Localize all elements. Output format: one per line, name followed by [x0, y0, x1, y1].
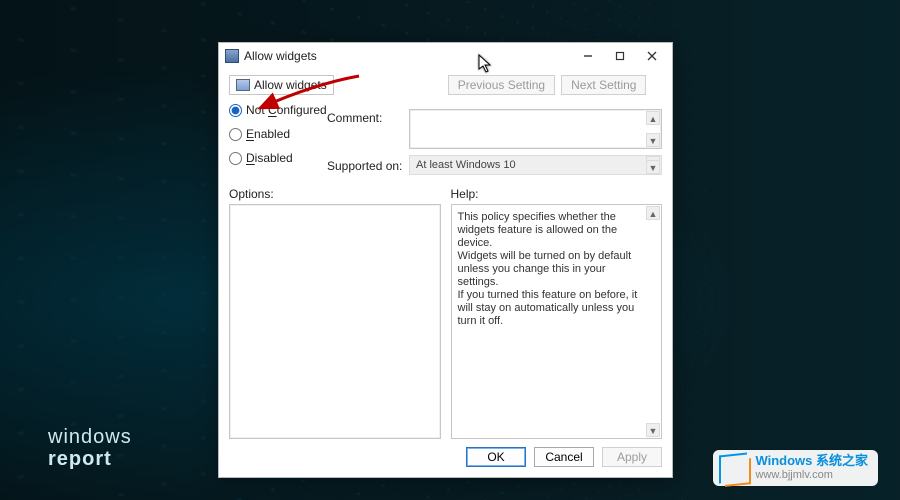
apply-button: Apply — [602, 447, 662, 467]
titlebar[interactable]: Allow widgets — [219, 43, 672, 69]
wm-right-url: www.bjjmlv.com — [755, 468, 868, 482]
radio-disabled[interactable]: Disabled — [229, 151, 321, 165]
breadcrumb-text: Allow widgets — [254, 78, 327, 92]
supported-on-field: At least Windows 10 ▲ ▼ — [409, 155, 662, 175]
house-icon — [719, 453, 747, 484]
scroll-down-icon[interactable]: ▼ — [646, 133, 660, 147]
previous-setting-button: Previous Setting — [448, 75, 555, 95]
radio-not-configured-label: Not Configured — [246, 103, 327, 117]
radio-not-configured-input[interactable] — [229, 104, 242, 117]
wm-left-line1: windows — [48, 426, 132, 448]
close-button[interactable] — [636, 45, 668, 67]
dialog-footer: OK Cancel Apply — [229, 439, 662, 467]
policy-icon — [236, 79, 250, 91]
options-label: Options: — [229, 187, 441, 201]
wm-left-line2: report — [48, 448, 132, 470]
dialog-icon — [225, 49, 239, 63]
supported-on-text: At least Windows 10 — [416, 159, 516, 171]
options-panel — [229, 204, 441, 439]
radio-enabled[interactable]: Enabled — [229, 127, 321, 141]
radio-enabled-input[interactable] — [229, 128, 242, 141]
help-panel: This policy specifies whether the widget… — [451, 204, 663, 439]
cancel-button[interactable]: Cancel — [534, 447, 594, 467]
comment-field[interactable]: ▲ ▼ — [409, 109, 662, 149]
watermark-windows-report: windows report — [48, 426, 132, 470]
radio-not-configured[interactable]: Not Configured — [229, 103, 321, 117]
comment-label: Comment: — [327, 109, 403, 125]
watermark-site-badge: Windows 系统之家 www.bjjmlv.com — [713, 450, 878, 486]
ok-button[interactable]: OK — [466, 447, 526, 467]
help-label: Help: — [451, 187, 663, 201]
scroll-up-icon[interactable]: ▲ — [646, 206, 660, 220]
gpedit-policy-dialog: Allow widgets Allow widgets Previous Set… — [218, 42, 673, 478]
radio-enabled-label: Enabled — [246, 127, 290, 141]
maximize-button[interactable] — [604, 45, 636, 67]
radio-disabled-input[interactable] — [229, 152, 242, 165]
scroll-up-icon[interactable]: ▲ — [646, 111, 660, 125]
state-radio-group: Not Configured Enabled Disabled — [229, 101, 321, 165]
wm-right-title: Windows 系统之家 — [755, 454, 868, 468]
help-text: This policy specifies whether the widget… — [452, 205, 662, 334]
supported-on-label: Supported on: — [327, 157, 403, 173]
scroll-down-icon[interactable]: ▼ — [646, 423, 660, 437]
radio-disabled-label: Disabled — [246, 151, 293, 165]
window-title: Allow widgets — [244, 49, 572, 63]
breadcrumb: Allow widgets — [229, 75, 334, 95]
next-setting-button: Next Setting — [561, 75, 646, 95]
minimize-button[interactable] — [572, 45, 604, 67]
scroll-down-icon[interactable]: ▼ — [646, 160, 660, 174]
